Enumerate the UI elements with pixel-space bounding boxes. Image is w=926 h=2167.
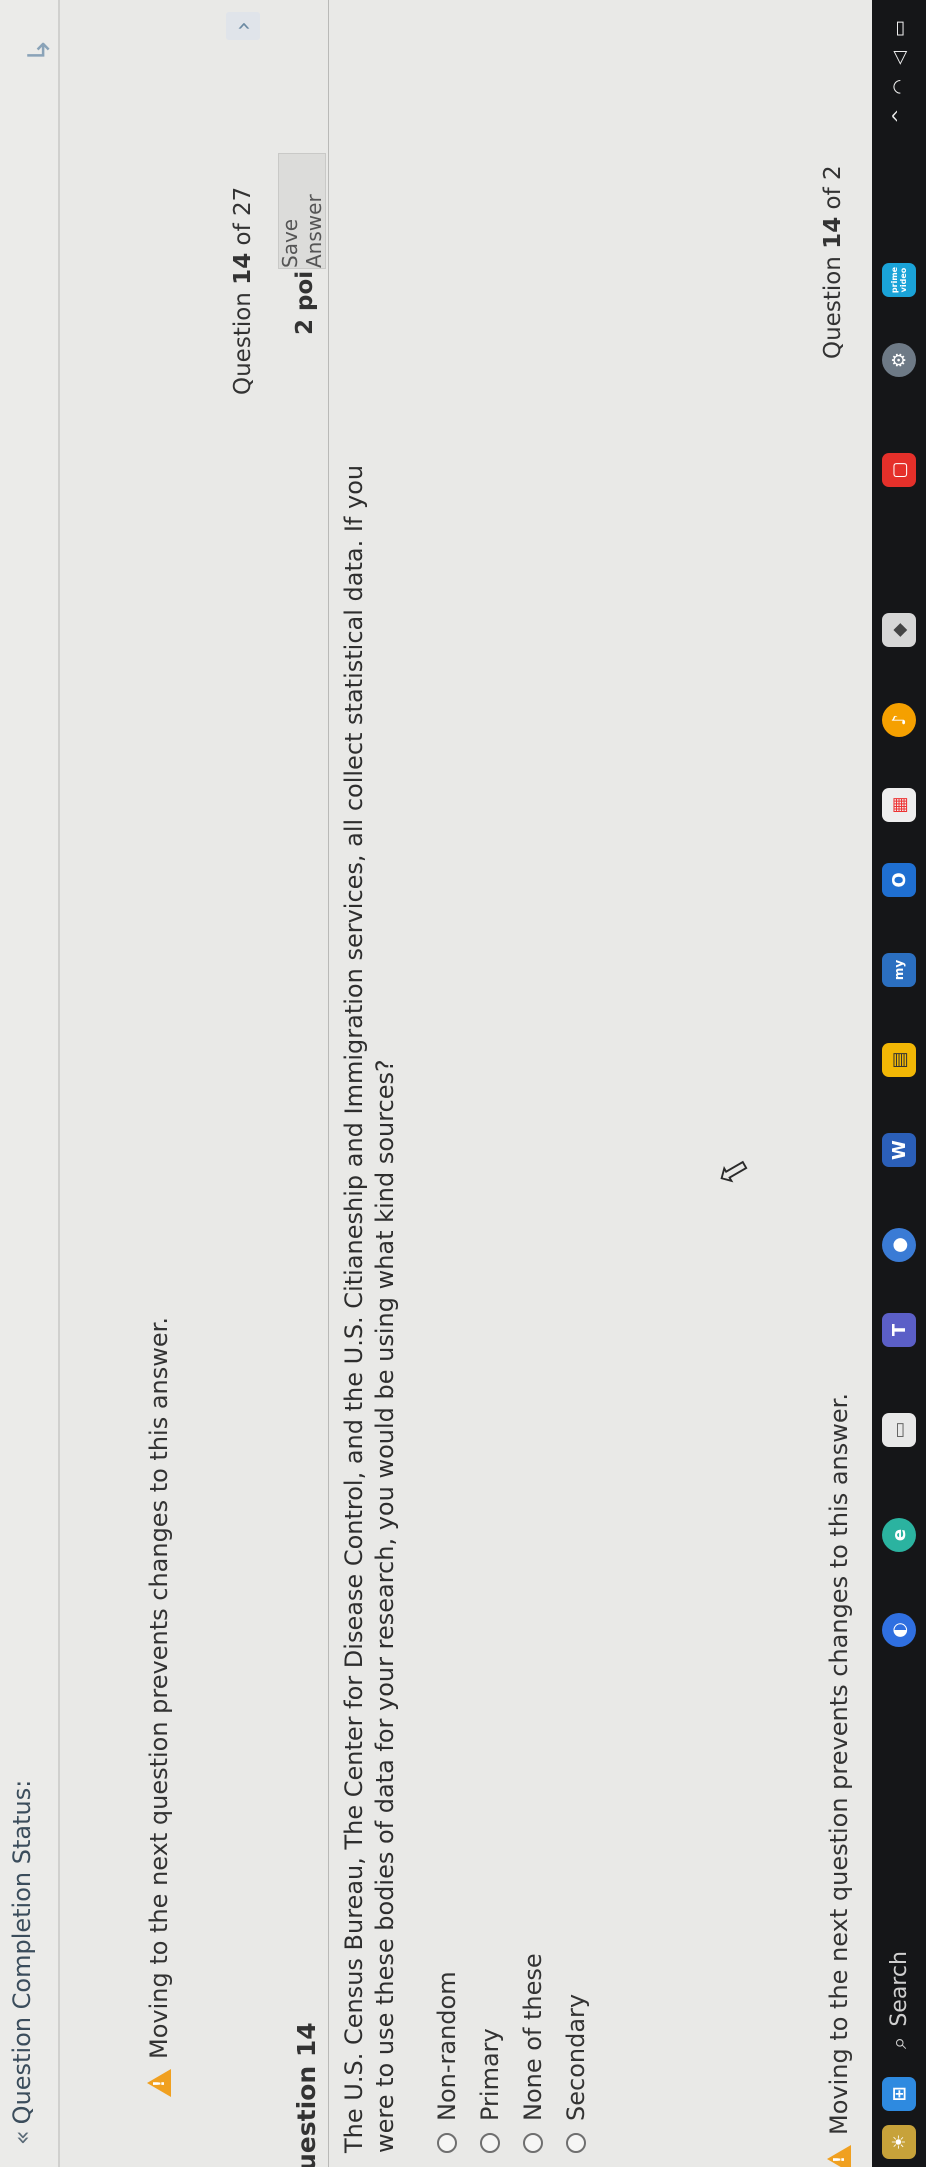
- save-answer-button[interactable]: Save Answer: [278, 153, 326, 269]
- start-button[interactable]: ⊞: [882, 2077, 916, 2111]
- mylab-icon[interactable]: my: [882, 953, 916, 987]
- option-primary[interactable]: Primary: [468, 1953, 511, 2153]
- option-label: Secondary: [561, 1993, 590, 2121]
- edge-icon[interactable]: e: [882, 1518, 916, 1552]
- sticky-notes-icon[interactable]: ▤: [882, 1043, 916, 1077]
- question-header: uestion 14 2 points Save Answer: [278, 0, 329, 2167]
- counter-suffix: of 27: [230, 186, 256, 253]
- mouse-cursor-icon: ⇧: [706, 1146, 762, 1196]
- settings-icon[interactable]: ⚙: [882, 343, 916, 377]
- question-counter-top: Question 14 of 27: [230, 187, 256, 395]
- radio-button[interactable]: [565, 2133, 586, 2153]
- search-icon: ⌕: [886, 2036, 912, 2049]
- chevron-up-icon[interactable]: ^: [889, 109, 910, 124]
- file-explorer-icon[interactable]: ▭: [882, 1413, 916, 1447]
- screen: « Question Completion Status: ↳ ! Moving …: [0, 0, 926, 2167]
- prime-video-icon[interactable]: prime video: [882, 263, 916, 297]
- completion-status-bar: « Question Completion Status:: [0, 0, 60, 2167]
- question-completion-status[interactable]: « Question Completion Status:: [8, 1780, 36, 2145]
- counter-current: 14: [230, 252, 256, 285]
- store-icon[interactable]: ▦: [882, 788, 916, 822]
- warning-icon: !: [147, 2069, 171, 2097]
- office-icon[interactable]: ▢: [882, 453, 916, 487]
- collapse-icon[interactable]: «: [8, 2130, 36, 2145]
- option-none-of-these[interactable]: None of these: [511, 1953, 554, 2153]
- counter-prefix: Question: [820, 248, 846, 359]
- next-question-button[interactable]: ›: [226, 12, 260, 40]
- volume-icon[interactable]: ◁: [889, 51, 910, 65]
- radio-button[interactable]: [479, 2133, 500, 2153]
- question-title: uestion 14: [292, 2022, 321, 2167]
- option-label: None of these: [518, 1953, 547, 2121]
- option-label: Primary: [475, 2028, 504, 2121]
- counter-prefix: Question: [230, 284, 256, 395]
- counter-suffix: of 2: [820, 165, 846, 217]
- word-icon[interactable]: W: [882, 1133, 916, 1167]
- radio-button[interactable]: [436, 2133, 457, 2153]
- question-text: The U.S. Census Bureau, The Center for D…: [340, 464, 399, 2153]
- spotify-icon[interactable]: ♪: [882, 703, 916, 737]
- outlook-icon[interactable]: O: [882, 863, 916, 897]
- copilot-icon[interactable]: ◐: [882, 1613, 916, 1647]
- warning-message-top: ! Moving to the next question prevents c…: [145, 1317, 173, 2097]
- option-non-random[interactable]: Non-random: [425, 1953, 468, 2153]
- widgets-icon[interactable]: ☀: [882, 2125, 916, 2159]
- search-label: Search: [886, 1951, 912, 2027]
- radio-button[interactable]: [522, 2133, 543, 2153]
- warning-text: Moving to the next question prevents cha…: [825, 1393, 853, 2135]
- system-tray: ^ ◠ ◁ ▭: [882, 20, 916, 124]
- option-label: Non-random: [432, 1971, 461, 2121]
- option-secondary[interactable]: Secondary: [554, 1953, 597, 2153]
- question-counter-bottom: Question 14 of 2: [820, 165, 846, 359]
- answer-options: Non-random Primary None of these Seconda…: [425, 1953, 597, 2153]
- taskbar-search[interactable]: ⌕ Search: [882, 1839, 916, 2057]
- warning-text: Moving to the next question prevents cha…: [145, 1317, 173, 2059]
- counter-current: 14: [820, 216, 846, 249]
- teams-icon[interactable]: T: [882, 1313, 916, 1347]
- status-label-text: Question Completion Status:: [8, 1779, 36, 2125]
- indent-arrow-icon: ↳: [22, 37, 57, 63]
- chrome-icon[interactable]: ●: [882, 1228, 916, 1262]
- taskbar: ☀ ⊞ ⌕ Search ◐ e ▭ T ● W ▤ my O ▦ ♪ ◆ ▢ …: [872, 0, 926, 2167]
- warning-icon: !: [827, 2145, 851, 2167]
- warning-message-bottom: ! Moving to the next question prevents c…: [825, 1393, 853, 2167]
- sims-icon[interactable]: ◆: [882, 613, 916, 647]
- battery-icon[interactable]: ▭: [889, 20, 910, 37]
- wifi-icon[interactable]: ◠: [889, 79, 910, 95]
